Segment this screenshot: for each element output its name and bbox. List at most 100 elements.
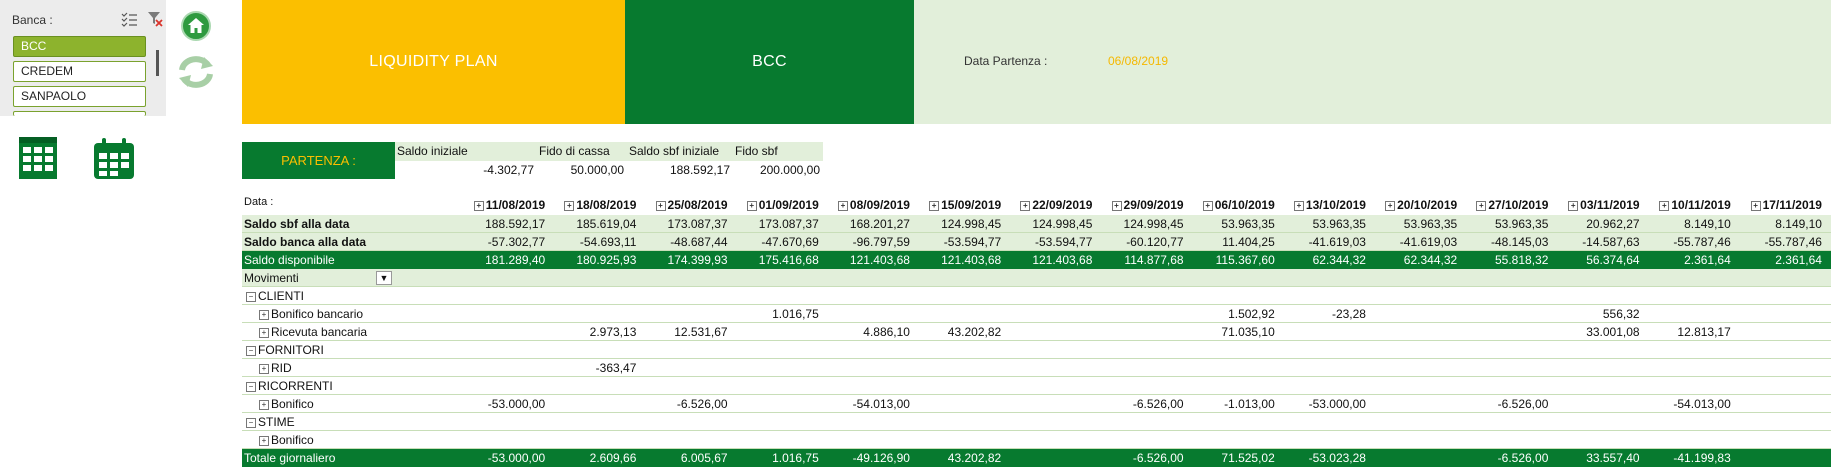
total-value: -53.023,28 (1308, 451, 1366, 465)
row-divider (242, 340, 1831, 341)
row-label: Bonifico bancario (271, 307, 364, 321)
total-value: -53.000,00 (487, 451, 546, 465)
total-value: -6.526,00 (1497, 451, 1549, 465)
partenza-value: -4.302,77 (483, 163, 534, 177)
calendar-icon[interactable] (93, 138, 135, 180)
date-header[interactable]: +27/10/2019 (1460, 197, 1551, 215)
expand-icon[interactable]: + (1020, 200, 1031, 211)
expand-icon[interactable]: + (655, 200, 666, 211)
slicer-scrollbar[interactable] (156, 50, 159, 76)
refresh-icon[interactable] (174, 54, 218, 90)
expand-icon[interactable]: + (259, 363, 269, 374)
expand-icon[interactable]: + (473, 200, 484, 211)
selected-bank: BCC (752, 53, 787, 70)
expand-icon[interactable]: + (837, 200, 848, 211)
partenza-value: 50.000,00 (570, 163, 624, 177)
row-divider (242, 322, 1831, 323)
collapse-icon[interactable]: − (246, 345, 256, 356)
start-date-band (914, 0, 1831, 124)
expand-icon[interactable]: + (259, 327, 269, 338)
date-label: 17/11/2019 (1762, 198, 1822, 212)
home-icon[interactable] (180, 10, 212, 42)
slicer-title: Banca : (12, 13, 53, 27)
expand-icon[interactable]: + (1659, 200, 1670, 211)
app-title: LIQUIDITY PLAN (369, 53, 498, 70)
summary-value: 55.818,32 (1494, 253, 1549, 267)
date-header[interactable]: +13/10/2019 (1278, 197, 1369, 215)
date-header[interactable]: +10/11/2019 (1643, 197, 1734, 215)
expand-icon[interactable]: + (564, 200, 575, 211)
total-value: 33.557,40 (1586, 451, 1640, 465)
expand-icon[interactable]: + (259, 309, 269, 320)
expand-icon[interactable]: + (746, 200, 757, 211)
date-header[interactable]: +15/09/2019 (913, 197, 1004, 215)
slicer-item-credem[interactable]: CREDEM (13, 61, 146, 82)
row-label: FORNITORI (258, 343, 324, 357)
row-label: CLIENTI (258, 289, 305, 303)
start-date-value: 06/08/2019 (1108, 54, 1169, 68)
row-divider (242, 412, 1831, 413)
date-label: 10/11/2019 (1671, 198, 1731, 212)
date-header[interactable]: +18/08/2019 (548, 197, 639, 215)
date-header[interactable]: +29/09/2019 (1095, 197, 1186, 215)
multi-select-icon[interactable] (120, 10, 138, 28)
calendar-grid-icon[interactable] (19, 137, 57, 179)
expand-icon[interactable]: + (929, 200, 940, 211)
expand-icon[interactable]: + (1568, 200, 1579, 211)
total-value: 1.016,75 (772, 451, 819, 465)
expand-icon[interactable]: + (1750, 200, 1761, 211)
summary-value: 62.344,32 (1312, 253, 1366, 267)
expand-icon[interactable]: + (259, 399, 269, 410)
partenza-col-header: Fido di cassa (539, 144, 610, 158)
expand-icon[interactable]: + (1476, 200, 1487, 211)
collapse-icon[interactable]: − (246, 291, 256, 302)
slicer-item-bcc[interactable]: BCC (13, 36, 146, 57)
total-value: 43.202,82 (947, 451, 1002, 465)
start-date-label: Data Partenza : (964, 54, 1048, 68)
partenza-value: 188.592,17 (669, 163, 730, 177)
slicer-item-partial (13, 111, 146, 116)
total-value: 2.609,66 (589, 451, 637, 465)
data-label: Data : (244, 196, 274, 208)
row-label: RICORRENTI (258, 379, 333, 393)
date-header[interactable]: +11/08/2019 (457, 197, 548, 215)
app-title-band: LIQUIDITY PLAN (242, 0, 625, 124)
collapse-icon[interactable]: − (246, 381, 256, 392)
expand-icon[interactable]: + (1111, 200, 1122, 211)
date-label: 13/10/2019 (1305, 198, 1366, 212)
date-label: 15/09/2019 (941, 198, 1002, 212)
date-header[interactable]: +17/11/2019 (1734, 197, 1825, 215)
date-header[interactable]: +22/09/2019 (1004, 197, 1095, 215)
summary-value: 115.367,60 (1215, 253, 1275, 267)
expand-icon[interactable]: + (1293, 200, 1304, 211)
collapse-icon[interactable]: − (246, 417, 256, 428)
partenza-label: PARTENZA : (242, 142, 395, 179)
summary-value: 174.399,93 (667, 253, 728, 267)
total-value: 71.525,02 (1221, 451, 1275, 465)
date-header[interactable]: +01/09/2019 (731, 197, 822, 215)
date-label: 27/10/2019 (1488, 198, 1549, 212)
summary-value: 180.925,93 (576, 253, 637, 267)
date-header[interactable]: +08/09/2019 (822, 197, 913, 215)
summary-value: 121.403,68 (849, 253, 910, 267)
expand-icon[interactable]: + (1385, 200, 1396, 211)
slicer-item-sanpaolo[interactable]: SANPAOLO (13, 86, 146, 107)
partenza-col-header: Fido sbf (735, 144, 778, 158)
date-label: 03/11/2019 (1580, 198, 1640, 212)
expand-icon[interactable]: + (259, 435, 269, 446)
row-divider (242, 394, 1831, 395)
date-label: 25/08/2019 (667, 198, 728, 212)
row-divider (242, 358, 1831, 359)
filter-dropdown-button[interactable]: ▼ (376, 271, 392, 285)
date-header[interactable]: +20/10/2019 (1369, 197, 1460, 215)
summary-value: 2.361,64 (1684, 253, 1731, 267)
row-label: STIME (258, 415, 295, 429)
date-header[interactable]: +03/11/2019 (1551, 197, 1642, 215)
date-header[interactable]: +25/08/2019 (639, 197, 730, 215)
expand-icon[interactable]: + (1202, 200, 1213, 211)
date-header[interactable]: +06/10/2019 (1187, 197, 1278, 215)
summary-value: 2.361,64 (1775, 253, 1822, 267)
summary-value: 62.344,32 (1403, 253, 1458, 267)
clear-filter-icon[interactable] (146, 10, 164, 28)
date-label: 11/08/2019 (485, 198, 546, 212)
